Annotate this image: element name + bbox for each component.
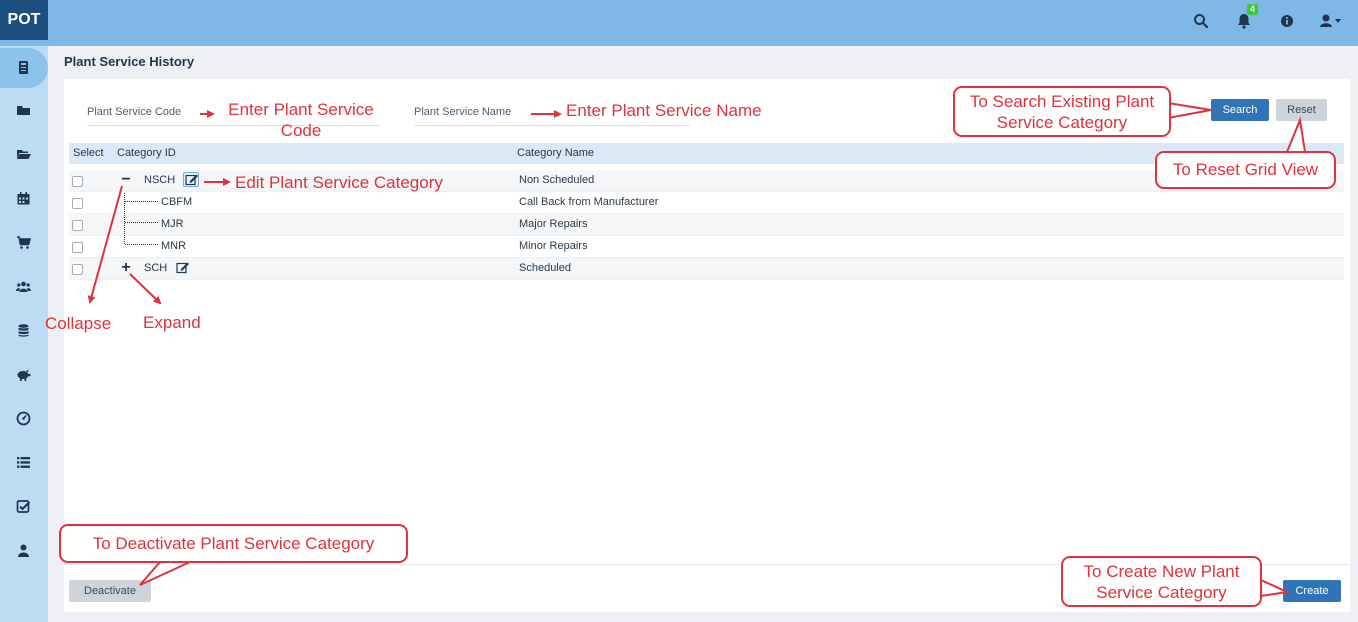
annotation-expand: Expand <box>143 313 201 332</box>
edit-icon[interactable] <box>176 261 192 276</box>
tree-connector <box>125 201 158 202</box>
sidebar-item-cart[interactable] <box>0 223 48 263</box>
plant-service-code-label: Plant Service Code <box>87 106 182 118</box>
reset-button[interactable]: Reset <box>1276 99 1327 121</box>
edit-icon[interactable] <box>183 172 199 187</box>
table-row[interactable]: CBFM Call Back from Manufacturer <box>69 192 1344 214</box>
user-menu[interactable] <box>1318 12 1350 30</box>
cart-icon <box>17 236 31 249</box>
column-category-id[interactable]: Category ID <box>117 147 176 159</box>
folder-icon <box>17 106 30 115</box>
row-category-name: Major Repairs <box>519 218 588 230</box>
column-select: Select <box>73 147 104 159</box>
collapse-toggle[interactable]: − <box>119 171 133 189</box>
notification-badge: 4 <box>1247 4 1259 15</box>
sidebar-item-users[interactable] <box>0 267 48 307</box>
page-title: Plant Service History <box>64 54 195 69</box>
search-icon[interactable] <box>1192 12 1210 30</box>
sidebar-item-profile[interactable] <box>0 531 48 571</box>
plant-service-name-label: Plant Service Name <box>414 106 512 118</box>
plant-service-name-underline <box>414 125 690 126</box>
checklist-icon <box>16 500 31 513</box>
top-header: POT 4 <box>0 0 1358 46</box>
sidebar-item-calendar[interactable] <box>0 179 48 219</box>
dashboard-icon <box>19 61 28 74</box>
row-category-id: SCH <box>144 262 168 274</box>
table-row[interactable]: MNR Minor Repairs <box>69 236 1344 258</box>
row-checkbox[interactable] <box>72 220 83 231</box>
annotation-edit: Edit Plant Service Category <box>235 173 443 192</box>
calendar-icon <box>17 192 30 205</box>
app-logo[interactable]: POT <box>0 0 48 40</box>
annotation-enter-code: Enter Plant Service Code <box>228 100 374 140</box>
piggy-bank-icon <box>17 369 31 381</box>
row-category-id: MNR <box>161 240 187 252</box>
row-category-name: Scheduled <box>519 262 571 274</box>
database-icon <box>18 324 29 337</box>
column-category-name[interactable]: Category Name <box>517 147 594 159</box>
tree-connector <box>125 222 158 223</box>
users-icon <box>16 281 31 292</box>
sidebar-item-list[interactable] <box>0 443 48 483</box>
grid-header: Select Category ID Category Name <box>69 143 1344 164</box>
row-category-name: Non Scheduled <box>519 174 595 186</box>
callout-reset: To Reset Grid View <box>1155 151 1336 189</box>
row-checkbox[interactable] <box>72 198 83 209</box>
deactivate-button[interactable]: Deactivate <box>69 580 151 602</box>
user-icon <box>18 544 29 557</box>
search-button[interactable]: Search <box>1211 99 1269 121</box>
row-category-name: Minor Repairs <box>519 240 588 252</box>
expand-toggle[interactable]: + <box>119 259 133 277</box>
row-category-name: Call Back from Manufacturer <box>519 196 659 208</box>
annotation-enter-name: Enter Plant Service Name <box>566 101 762 120</box>
list-icon <box>17 457 30 468</box>
sidebar-item-savings[interactable] <box>0 355 48 395</box>
row-category-id: NSCH <box>144 174 176 186</box>
row-category-id: MJR <box>161 218 184 230</box>
sidebar-item-folder[interactable] <box>0 91 48 131</box>
row-checkbox[interactable] <box>72 176 83 187</box>
dashboard-gauge-icon <box>16 411 31 426</box>
folder-open-icon <box>17 150 31 159</box>
sidebar-item-tasks[interactable] <box>0 487 48 527</box>
sidebar-item-database[interactable] <box>0 311 48 351</box>
sidebar-item-dashboard[interactable] <box>0 48 48 88</box>
row-checkbox[interactable] <box>72 264 83 275</box>
callout-deactivate: To Deactivate Plant Service Category <box>59 524 408 563</box>
create-button[interactable]: Create <box>1283 580 1341 602</box>
sidebar-item-gauge[interactable] <box>0 399 48 439</box>
callout-create: To Create New Plant Service Category <box>1061 556 1262 607</box>
info-icon[interactable] <box>1278 12 1296 30</box>
caret-down-icon <box>1335 19 1341 23</box>
sidebar <box>0 46 48 622</box>
annotation-collapse: Collapse <box>45 314 112 333</box>
row-category-id: CBFM <box>161 196 193 208</box>
callout-search: To Search Existing Plant Service Categor… <box>953 86 1171 137</box>
sidebar-item-folder-open[interactable] <box>0 135 48 175</box>
row-checkbox[interactable] <box>72 242 83 253</box>
table-row[interactable]: MJR Major Repairs <box>69 214 1344 236</box>
tree-connector <box>125 244 158 245</box>
table-row[interactable]: + SCH Scheduled <box>69 258 1344 280</box>
